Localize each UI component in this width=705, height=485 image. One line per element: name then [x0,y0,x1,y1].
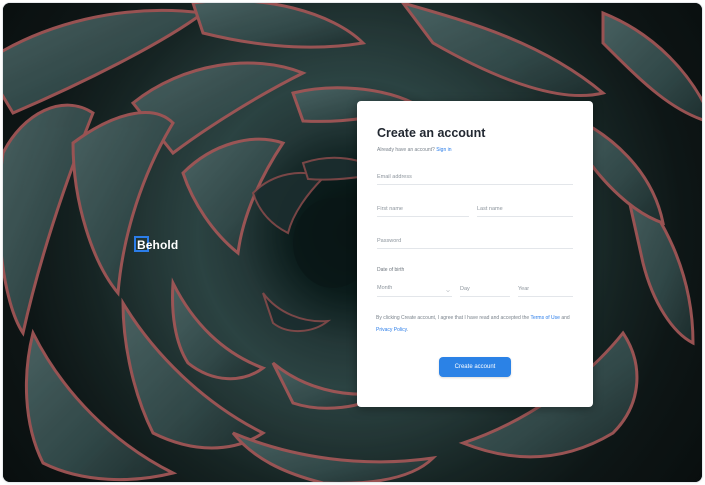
app-window: Behold Create an account Already have an… [3,3,702,482]
password-field[interactable] [377,233,573,249]
last-name-field[interactable] [477,201,573,217]
signin-prompt: Already have an account? Sign in [377,147,452,153]
terms-of-use-link[interactable]: Terms of Use [530,315,559,321]
first-name-field[interactable] [377,201,469,217]
terms-suffix: . [406,326,409,333]
first-name-input[interactable] [377,201,469,216]
succulent-background-art [3,3,702,482]
create-account-button[interactable]: Create account [439,357,511,377]
chevron-down-icon [446,290,450,293]
terms-notice: By clicking Create account, I agree that… [376,313,576,336]
brand-name: Behold [137,238,179,252]
background-image [3,3,702,482]
email-field[interactable] [377,169,573,185]
form-title: Create an account [377,126,486,140]
month-select[interactable]: Month [377,281,452,297]
day-field[interactable] [460,281,510,297]
last-name-input[interactable] [477,201,573,216]
day-input[interactable] [460,281,510,296]
signin-prompt-text: Already have an account? [377,147,435,153]
date-of-birth-label: Date of birth [377,267,405,273]
year-field[interactable] [518,281,573,297]
brand-logo[interactable]: Behold [134,236,178,254]
signin-link[interactable]: Sign in [436,147,451,153]
email-input[interactable] [377,169,573,184]
privacy-policy-link[interactable]: Privacy Policy [376,327,407,333]
terms-prefix: By clicking Create account, I agree that… [376,315,530,321]
year-input[interactable] [518,281,573,296]
signup-card: Create an account Already have an accoun… [357,101,593,407]
password-input[interactable] [377,233,573,248]
month-select-value: Month [377,285,393,291]
terms-and-text: and [561,315,570,321]
